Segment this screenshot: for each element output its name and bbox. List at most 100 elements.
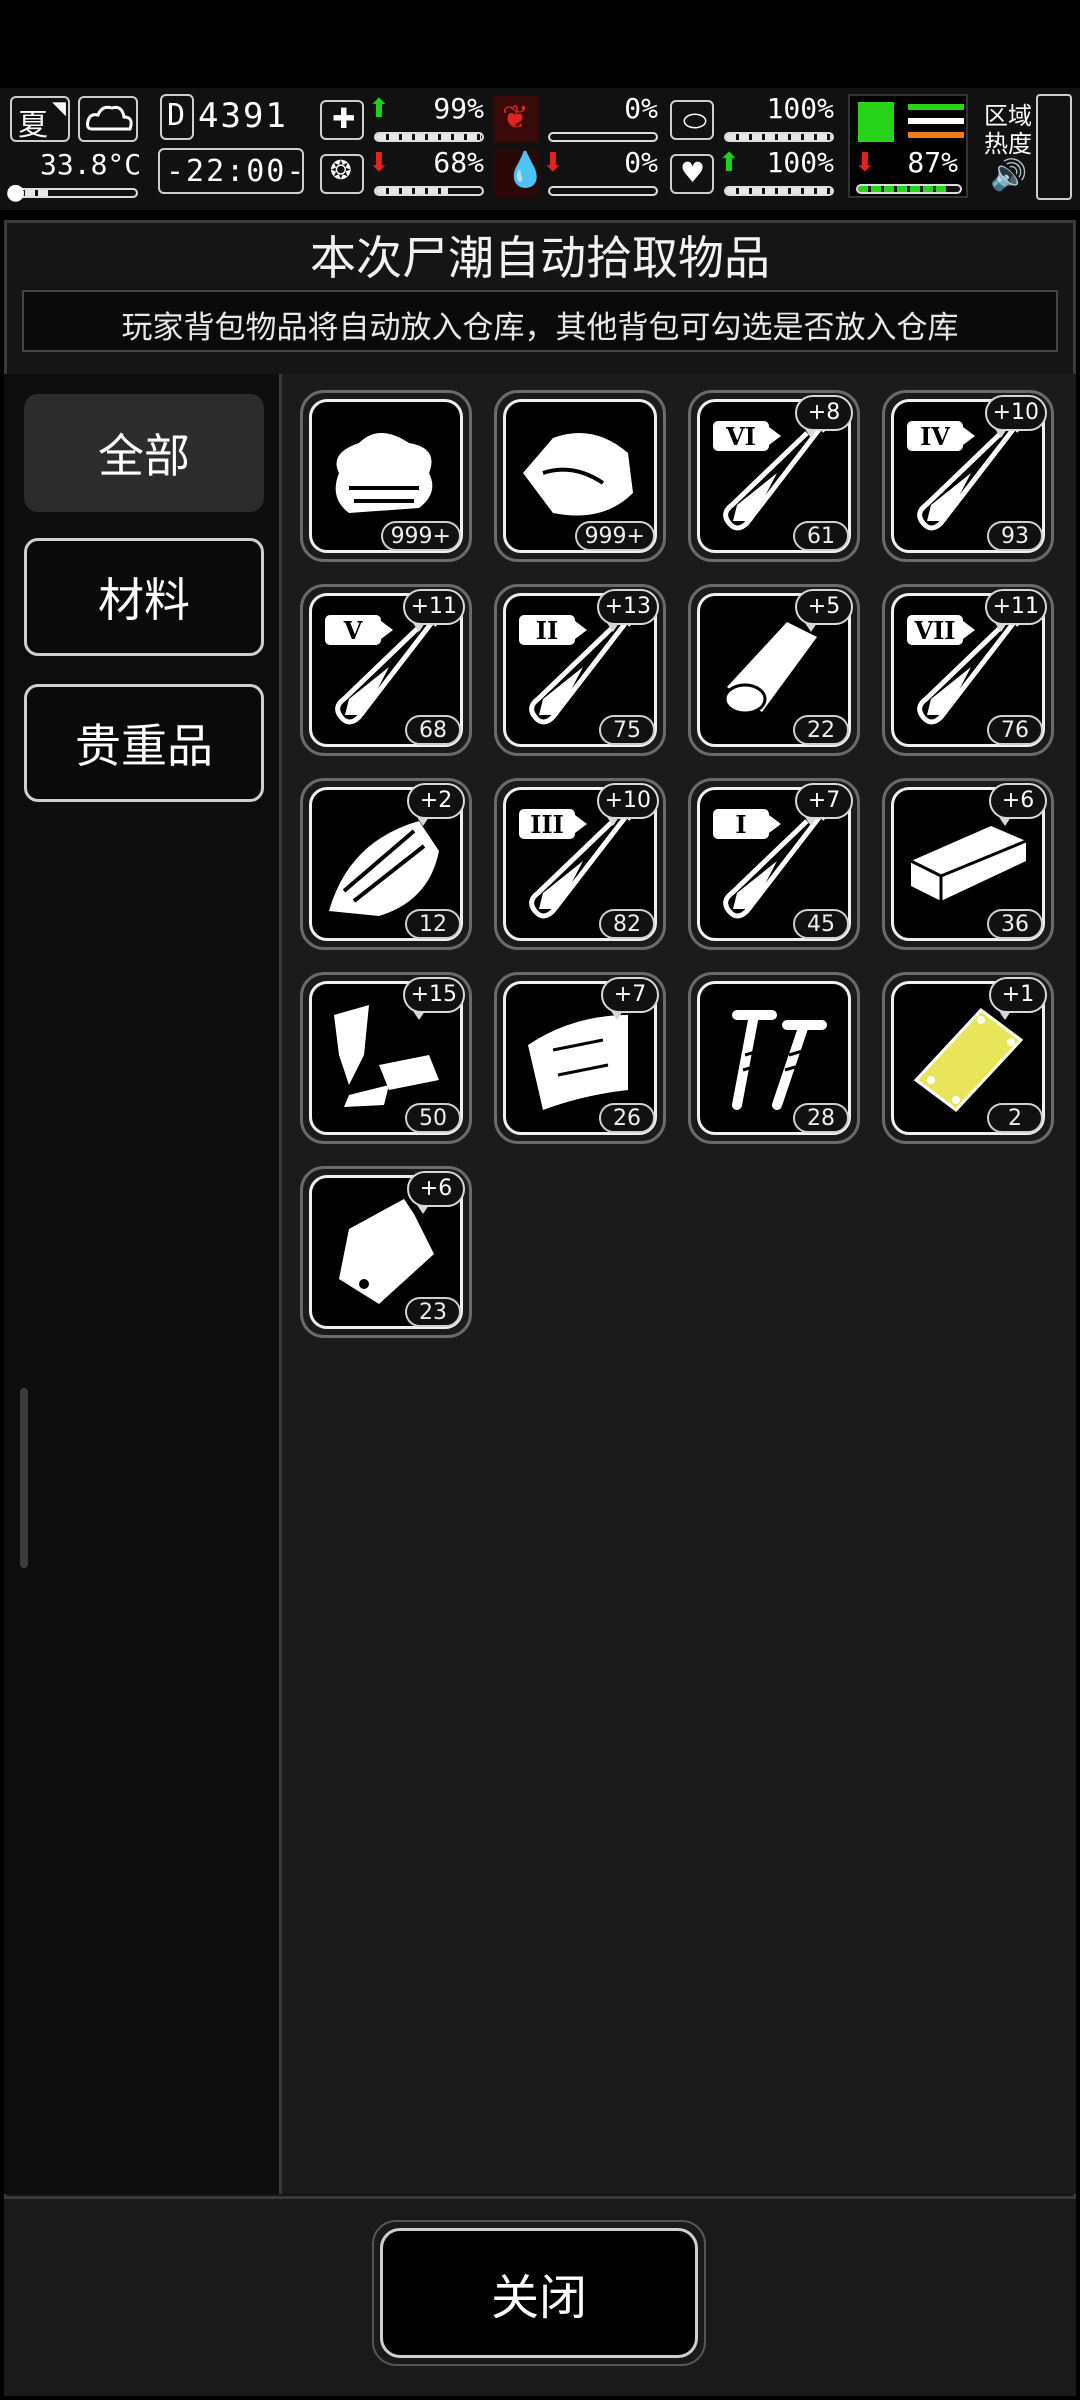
item-slot[interactable]: 23 +6 [300, 1166, 472, 1338]
item-slot[interactable]: VI 61 +8 [688, 390, 860, 562]
svg-text:II: II [536, 616, 558, 645]
pill-percent: 100% [766, 92, 834, 125]
svg-text:VI: VI [725, 422, 756, 451]
item-count: 999+ [380, 521, 461, 551]
item-bonus-badge: +2 [407, 783, 465, 826]
health-percent: 99% [433, 92, 484, 125]
brain-bar [374, 186, 484, 196]
tab-all-label: 全部 [98, 429, 190, 483]
heart-percent: 100% [766, 146, 834, 179]
region-heat-meter [1036, 94, 1072, 200]
meat-icon [523, 433, 633, 516]
tab-valuables[interactable]: 贵重品 [24, 684, 264, 802]
item-bonus-badge: +7 [601, 977, 659, 1020]
svg-text:III: III [530, 810, 564, 839]
clock-box: -22:00- [158, 148, 304, 194]
item-bonus-badge: +10 [596, 783, 659, 826]
health-bar [374, 132, 484, 142]
item-bonus-badge: +15 [402, 977, 465, 1020]
item-slot[interactable]: 999+ [494, 390, 666, 562]
item-slot[interactable]: 12 +2 [300, 778, 472, 950]
item-slot[interactable]: II 75 +13 [494, 584, 666, 756]
tab-all[interactable]: 全部 [24, 394, 264, 512]
item-bonus-badge: +13 [596, 589, 659, 632]
day-counter: 4391 [198, 96, 288, 136]
heart-icon: ♥ [670, 154, 714, 194]
item-count: 93 [987, 521, 1043, 551]
brain-percent: 68% [433, 146, 484, 179]
item-slot[interactable]: V 68 +11 [300, 584, 472, 756]
item-count: 23 [405, 1297, 461, 1327]
stamina-percent: 87% [907, 146, 958, 179]
item-slot[interactable]: 36 +6 [882, 778, 1054, 950]
item-count: 2 [987, 1103, 1043, 1133]
tab-materials[interactable]: 材料 [24, 538, 264, 656]
temperature-readout: 33.8°C [40, 148, 142, 181]
clock-time: -22:00- [166, 154, 307, 189]
item-slot[interactable]: 50 +15 [300, 972, 472, 1144]
item-count: 12 [405, 909, 461, 939]
day-prefix-box: D [160, 94, 194, 140]
blood-drop-icon: 💧 [494, 150, 546, 198]
item-count: 26 [599, 1103, 655, 1133]
sun-icon: ◥ [52, 98, 66, 119]
svg-text:IV: IV [920, 422, 950, 451]
stamina-panel: ⬇ 87% [848, 94, 968, 198]
item-slot[interactable]: I 45 +7 [688, 778, 860, 950]
item-count: 999+ [574, 521, 655, 551]
status-bar: 夏 ◥ 33.8°C ● D 4391 -22:00- ✚ ⬆ 99% ❦ 0%… [0, 88, 1080, 210]
item-count: 28 [793, 1103, 849, 1133]
medkit-icon: ✚ [320, 100, 364, 140]
tab-valuables-label: 贵重品 [75, 719, 213, 773]
stomach-icon: ❦ [494, 96, 538, 142]
item-slot[interactable]: IV 93 +10 [882, 390, 1054, 562]
item-slot[interactable]: 2 +1 [882, 972, 1054, 1144]
stamina-bar [856, 184, 962, 194]
item-bonus-badge: +8 [795, 395, 853, 438]
item-slot[interactable]: 22 +5 [688, 584, 860, 756]
item-count: 36 [987, 909, 1043, 939]
cloth-icon [335, 433, 433, 513]
item-slot[interactable]: 28 [688, 972, 860, 1144]
pill-bar [724, 132, 834, 142]
subtitle-text: 玩家背包物品将自动放入仓库，其他背包可勾选是否放入仓库 [121, 310, 959, 346]
season-badge: 夏 ◥ [10, 96, 70, 143]
item-bonus-badge: +6 [407, 1171, 465, 1214]
heart-bar [724, 186, 834, 196]
item-count: 61 [793, 521, 849, 551]
item-count: 75 [599, 715, 655, 745]
item-count: 76 [987, 715, 1043, 745]
brain-icon: ❂ [320, 154, 364, 194]
page-title: 本次尸潮自动拾取物品 [310, 231, 770, 285]
item-bonus-badge: +5 [795, 589, 853, 632]
sidebar-scrollbar[interactable] [20, 1388, 28, 1568]
scrap-metal-icon [334, 1005, 439, 1107]
item-bonus-badge: +1 [989, 977, 1047, 1020]
region-heat-label-line2: 热度 [984, 130, 1032, 158]
season-label: 夏 [18, 108, 48, 143]
item-slot[interactable]: 26 +7 [494, 972, 666, 1144]
svg-text:V: V [343, 616, 363, 645]
pill-icon: ⬭ [670, 100, 714, 140]
category-sidebar: 全部 材料 贵重品 [4, 374, 282, 2194]
close-button-label: 关闭 [490, 2270, 587, 2326]
item-count: 50 [405, 1103, 461, 1133]
item-count: 68 [405, 715, 461, 745]
item-bonus-badge: +11 [984, 589, 1047, 632]
item-slot[interactable]: 999+ [300, 390, 472, 562]
test-tube-icon: V [325, 615, 439, 725]
temperature-bar [10, 188, 138, 198]
close-button[interactable]: 关闭 [380, 2228, 698, 2358]
speaker-icon[interactable]: 🔊 [990, 158, 1027, 193]
weather-badge [78, 96, 138, 142]
item-slot[interactable]: VII 76 +11 [882, 584, 1054, 756]
item-slot[interactable]: III 82 +10 [494, 778, 666, 950]
region-heat-label: 区域 热度 [984, 102, 1032, 158]
svg-text:I: I [735, 810, 746, 839]
test-tube-icon: III [519, 809, 633, 919]
item-count: 22 [793, 715, 849, 745]
region-heat-label-line1: 区域 [984, 102, 1032, 130]
item-count: 45 [793, 909, 849, 939]
item-bonus-badge: +10 [984, 395, 1047, 438]
hunger-bar [548, 132, 658, 142]
